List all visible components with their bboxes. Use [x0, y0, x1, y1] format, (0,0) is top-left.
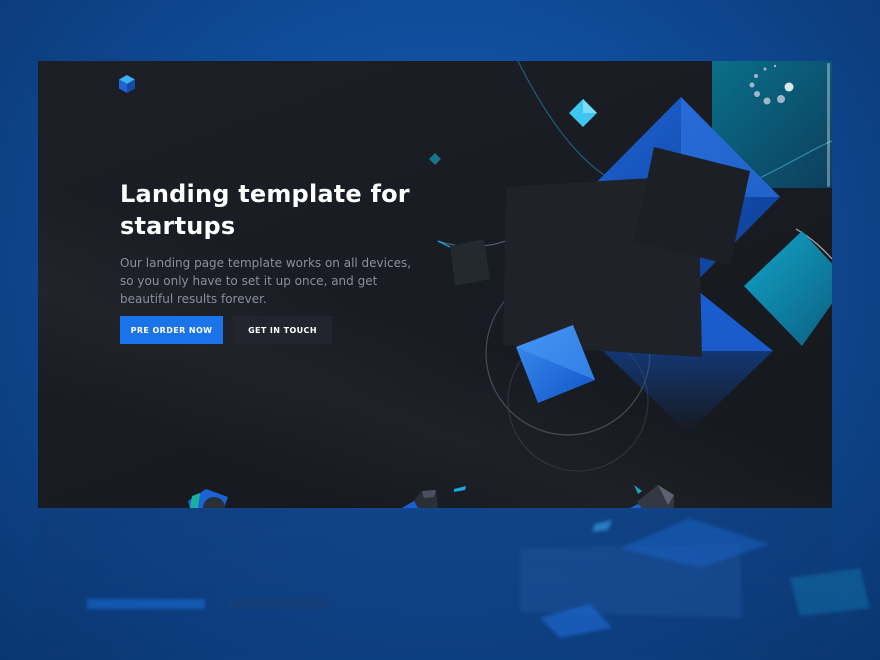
get-in-touch-button[interactable]: GET IN TOUCH [233, 316, 332, 344]
cube-logo-icon[interactable] [118, 74, 136, 94]
landing-page-screenshot: Landing template for startups Our landin… [38, 61, 832, 508]
hero-title-line2: startups [120, 212, 236, 240]
hero-title-line1: Landing template for [120, 180, 410, 208]
screenshot-reflection [0, 508, 880, 660]
dark-cube-small [450, 239, 490, 286]
hero-title: Landing template for startups [120, 178, 420, 242]
pre-order-button[interactable]: PRE ORDER NOW [120, 316, 223, 344]
hero-description: Our landing page template works on all d… [120, 256, 412, 306]
scrollbar[interactable] [827, 63, 830, 187]
cyan-diamond [744, 231, 832, 346]
reflection-art [87, 518, 870, 638]
hero-section: Landing template for startups Our landin… [120, 178, 420, 308]
